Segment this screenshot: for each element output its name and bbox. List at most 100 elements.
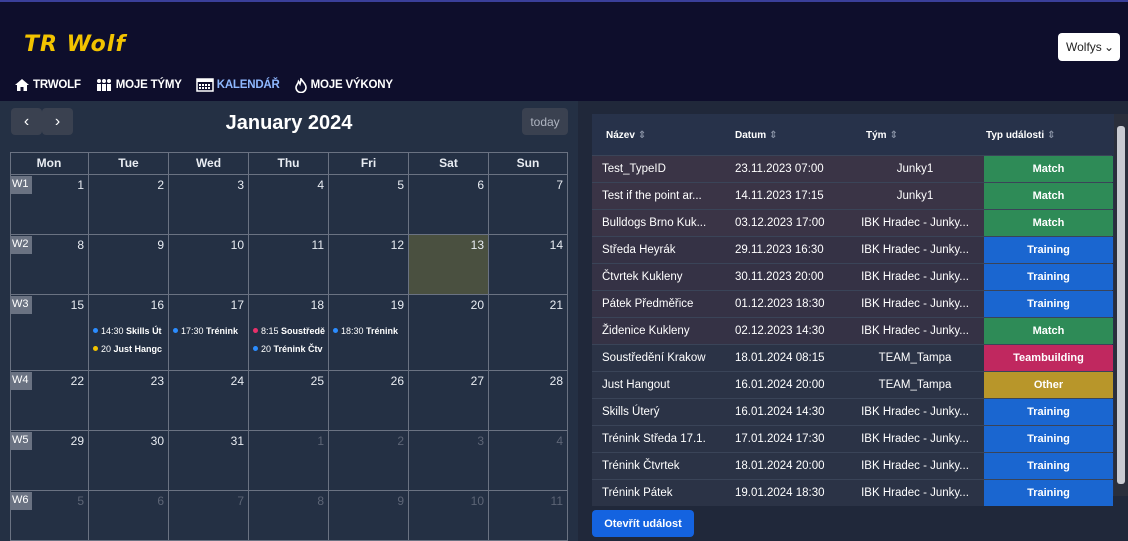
day-cell[interactable]: 12 [329, 235, 409, 295]
day-number[interactable]: 23 [151, 374, 164, 388]
day-number[interactable]: 4 [556, 434, 563, 448]
day-cell[interactable]: 4 [249, 175, 329, 235]
calendar-event[interactable]: 14:30 Skills Út [93, 324, 167, 338]
table-row[interactable]: Test_TypeID 23.11.2023 07:00 Junky1 Match [592, 155, 1113, 182]
day-number[interactable]: 1 [77, 178, 84, 192]
column-header-name[interactable]: Název ⇕ [606, 130, 646, 141]
table-row[interactable]: Trénink Středa 17.1. 17.01.2024 17:30 IBK … [592, 425, 1113, 452]
day-cell[interactable]: 4 [489, 431, 568, 491]
day-cell[interactable]: 26 [329, 371, 409, 431]
day-cell[interactable]: 6 [89, 491, 169, 541]
day-number[interactable]: 24 [231, 374, 244, 388]
day-cell[interactable]: 7 [489, 175, 568, 235]
day-number[interactable]: 4 [317, 178, 324, 192]
table-row[interactable]: Pátek Předměřice 01.12.2023 18:30 IBK Hrad… [592, 290, 1113, 317]
day-number[interactable]: 15 [71, 298, 84, 312]
day-number[interactable]: 3 [477, 434, 484, 448]
day-number[interactable]: 26 [391, 374, 404, 388]
day-cell[interactable]: 2 [89, 175, 169, 235]
day-cell[interactable]: 27 [409, 371, 489, 431]
day-number[interactable]: 7 [556, 178, 563, 192]
day-number[interactable]: 9 [397, 494, 404, 508]
day-cell[interactable]: 31 [169, 431, 249, 491]
day-cell[interactable]: 30 [89, 431, 169, 491]
day-cell[interactable]: 1 [249, 431, 329, 491]
day-number[interactable]: 19 [391, 298, 404, 312]
table-row[interactable]: Bulldogs Brno Kuk... 03.12.2023 17:00 IBK … [592, 209, 1113, 236]
day-number[interactable]: 1 [317, 434, 324, 448]
day-cell[interactable]: 3 [169, 175, 249, 235]
table-row[interactable]: Židenice Kukleny 02.12.2023 14:30 IBK Hrad… [592, 317, 1113, 344]
day-number[interactable]: 3 [237, 178, 244, 192]
day-number[interactable]: 29 [71, 434, 84, 448]
table-row[interactable]: Trénink Pátek 19.01.2024 18:30 IBK Hradec … [592, 479, 1113, 506]
day-number[interactable]: 12 [391, 238, 404, 252]
day-number[interactable]: 14 [550, 238, 563, 252]
nav-item-moje-tymy[interactable]: MOJE TÝMY [95, 78, 182, 92]
column-header-team[interactable]: Tým ⇕ [866, 130, 898, 141]
day-number[interactable]: 16 [151, 298, 164, 312]
today-button[interactable]: today [522, 108, 568, 135]
day-cell[interactable]: 2 [329, 431, 409, 491]
day-number[interactable]: 17 [231, 298, 244, 312]
day-number[interactable]: 27 [471, 374, 484, 388]
nav-item-kalendar[interactable]: KALENDÁŘ [195, 78, 280, 92]
table-row[interactable]: Just Hangout 16.01.2024 20:00 TEAM_Tampa Ot… [592, 371, 1113, 398]
day-number[interactable]: 30 [151, 434, 164, 448]
day-number[interactable]: 11 [312, 238, 324, 252]
day-cell[interactable]: 20 [409, 295, 489, 371]
day-number[interactable]: 6 [157, 494, 164, 508]
day-number[interactable]: 10 [231, 238, 244, 252]
day-cell[interactable]: 28 [489, 371, 568, 431]
day-cell[interactable]: 11 [489, 491, 568, 541]
table-scrollbar[interactable] [1114, 114, 1128, 496]
day-number[interactable]: 6 [477, 178, 484, 192]
open-event-button[interactable]: Otevřít událost [592, 510, 694, 537]
day-number[interactable]: 18 [311, 298, 324, 312]
calendar-event[interactable]: 8:15 Soustředě [253, 324, 327, 338]
day-cell[interactable]: 9 [89, 235, 169, 295]
calendar-event[interactable]: 17:30 Trénink [173, 324, 247, 338]
scroll-thumb[interactable] [1117, 126, 1125, 484]
day-number[interactable]: 11 [551, 494, 563, 508]
day-number[interactable]: 8 [317, 494, 324, 508]
calendar-event[interactable]: 20 Just Hangc [93, 342, 167, 356]
table-row[interactable]: Skills Úterý 16.01.2024 14:30 IBK Hradec -… [592, 398, 1113, 425]
column-header-date[interactable]: Datum ⇕ [735, 130, 778, 141]
day-number[interactable]: 5 [397, 178, 404, 192]
day-number[interactable]: 28 [550, 374, 563, 388]
day-cell[interactable]: 9 [329, 491, 409, 541]
day-number[interactable]: 9 [157, 238, 164, 252]
day-cell[interactable]: 11 [249, 235, 329, 295]
table-row[interactable]: Trénink Čtvrtek 18.01.2024 20:00 IBK Hrade… [592, 452, 1113, 479]
day-cell[interactable]: 3 [409, 431, 489, 491]
day-cell[interactable]: 23 [89, 371, 169, 431]
day-number[interactable]: 31 [231, 434, 244, 448]
day-number[interactable]: 20 [471, 298, 484, 312]
nav-item-moje-vykony[interactable]: MOJE VÝKONY [294, 77, 393, 93]
table-row[interactable]: Test if the point ar... 14.11.2023 17:15 J… [592, 182, 1113, 209]
day-cell[interactable]: 5 [329, 175, 409, 235]
day-number[interactable]: 5 [77, 494, 84, 508]
day-number[interactable]: 2 [157, 178, 164, 192]
day-number[interactable]: 21 [550, 298, 563, 312]
day-cell[interactable]: 21 [489, 295, 568, 371]
day-cell[interactable]: 7 [169, 491, 249, 541]
day-cell[interactable]: 25 [249, 371, 329, 431]
brand-logo[interactable]: TR Wolf [24, 32, 126, 57]
day-number[interactable]: 8 [77, 238, 84, 252]
table-row[interactable]: Čtvrtek Kukleny 30.11.2023 20:00 IBK Hrade… [592, 263, 1113, 290]
table-row[interactable]: Středa Heyrák 29.11.2023 16:30 IBK Hradec … [592, 236, 1113, 263]
day-number[interactable]: 10 [471, 494, 484, 508]
column-header-type[interactable]: Typ události ⇕ [986, 130, 1056, 141]
day-number[interactable]: 25 [311, 374, 324, 388]
day-cell[interactable]: 10 [169, 235, 249, 295]
table-row[interactable]: Soustředění Krakow 18.01.2024 08:15 TEAM_T… [592, 344, 1113, 371]
user-dropdown[interactable]: Wolfys ⌄ [1058, 33, 1120, 61]
day-cell[interactable]: 8 [249, 491, 329, 541]
day-number[interactable]: 2 [397, 434, 404, 448]
day-number[interactable]: 7 [237, 494, 244, 508]
day-number[interactable]: 22 [71, 374, 84, 388]
calendar-event[interactable]: 18:30 Trénink [333, 324, 407, 338]
day-cell[interactable]: 14 [489, 235, 568, 295]
